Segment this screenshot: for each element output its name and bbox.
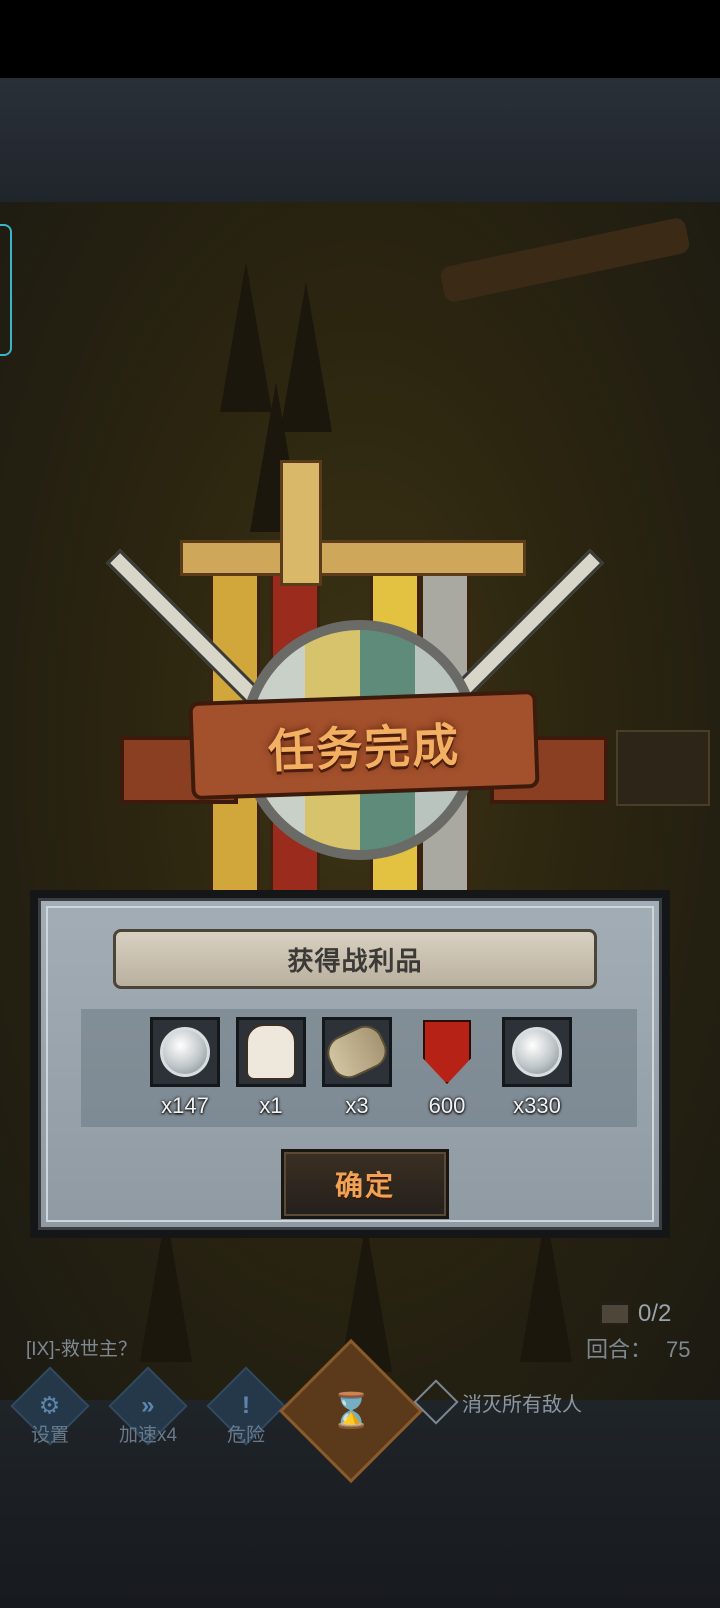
side-panel-tab[interactable] [0, 224, 12, 356]
item-quantity: x147 [161, 1093, 209, 1118]
horse-icon [246, 1024, 296, 1080]
loot-dialog: 获得战利品 x147 x1 x3 600 x330 确定 [30, 890, 670, 1238]
banner-crossbar [180, 540, 526, 576]
item-quantity: x3 [345, 1093, 369, 1118]
loot-item[interactable]: x3 [317, 1017, 397, 1127]
fallen-log [438, 216, 692, 304]
hourglass-icon: ⌛ [329, 1392, 373, 1430]
speed-label: 加速x4 [118, 1425, 178, 1446]
item-frame [236, 1017, 306, 1087]
scroll-icon [321, 1019, 393, 1085]
crossed-swords-icon [413, 1379, 459, 1425]
treasure-chest[interactable] [616, 730, 710, 806]
mission-complete-title: 任务完成 [267, 718, 461, 778]
speed-button[interactable]: » 加速x4 [108, 1366, 188, 1452]
item-quantity: x1 [259, 1093, 283, 1118]
mission-ribbon: 任务完成 [188, 689, 540, 801]
danger-button[interactable]: ! 危险 [206, 1366, 286, 1452]
item-quantity: x330 [513, 1093, 561, 1118]
round-counter: 回合： 75 [586, 1332, 691, 1364]
loot-item[interactable]: 600 [407, 1017, 487, 1127]
item-frame [150, 1017, 220, 1087]
chest-counter: 0/2 [600, 1300, 671, 1328]
item-frame [502, 1017, 572, 1087]
confirm-button[interactable]: 确定 [281, 1149, 449, 1219]
loot-item[interactable]: x1 [231, 1017, 311, 1127]
item-frame [412, 1017, 482, 1087]
banner-pole [280, 460, 322, 586]
chest-icon [600, 1303, 630, 1325]
silver-coin-icon [160, 1027, 210, 1077]
objective-text: 消灭所有敌人 [462, 1393, 582, 1416]
mission-complete-emblem: 任务完成 [105, 460, 608, 936]
loot-item[interactable]: x147 [145, 1017, 225, 1127]
settings-button[interactable]: ⚙ 设置 [10, 1366, 90, 1452]
objective: 消灭所有敌人 [413, 1379, 582, 1425]
level-name: [IX]-救世主？ [26, 1339, 137, 1360]
round-value: 75 [666, 1337, 691, 1362]
confirm-label: 确定 [334, 1170, 395, 1201]
top-black-bar [0, 0, 720, 78]
settings-label: 设置 [30, 1425, 69, 1446]
crest-icon [423, 1020, 471, 1084]
chest-counter-value: 0/2 [638, 1300, 672, 1327]
danger-label: 危险 [226, 1425, 265, 1446]
header-band [0, 78, 720, 202]
round-label: 回合： [586, 1337, 653, 1362]
loot-dialog-body: 获得战利品 x147 x1 x3 600 x330 确定 [38, 898, 662, 1230]
silver-coin-icon [512, 1027, 562, 1077]
item-quantity: 600 [428, 1093, 466, 1118]
item-frame [321, 1017, 393, 1087]
loot-title: 获得战利品 [287, 945, 423, 976]
loot-item[interactable]: x330 [497, 1017, 577, 1127]
loot-header-scroll: 获得战利品 [113, 929, 597, 989]
